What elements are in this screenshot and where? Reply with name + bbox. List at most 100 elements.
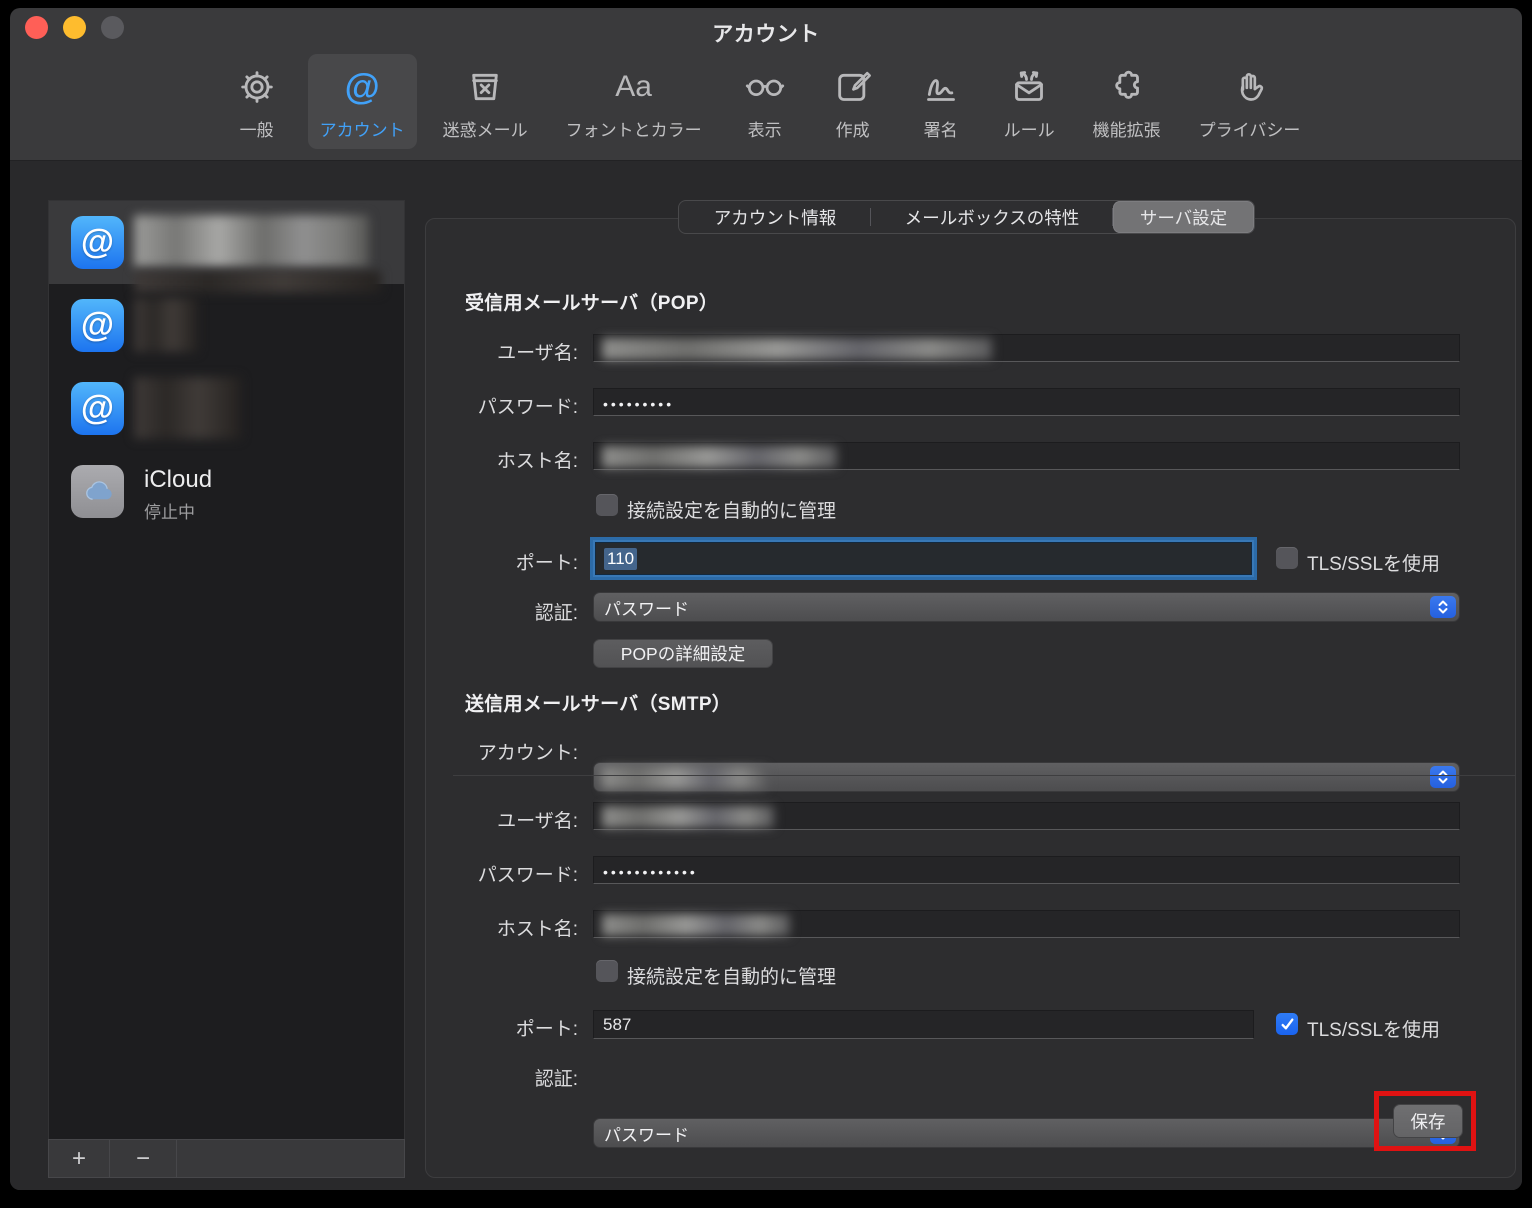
pop-port-label: ポート:: [428, 548, 578, 575]
redacted-account-name: [134, 298, 198, 352]
pop-username-label: ユーザ名:: [428, 338, 578, 365]
section-divider: [453, 775, 1516, 776]
pop-tls-checkbox[interactable]: [1276, 547, 1298, 569]
toolbar-label: 機能拡張: [1093, 116, 1161, 141]
preferences-window: アカウント 一般 @ アカウント 迷惑メール Aa: [10, 8, 1522, 1190]
window-title: アカウント: [10, 18, 1522, 48]
password-dots: •••••••••: [603, 396, 674, 412]
toolbar-item-privacy[interactable]: プライバシー: [1187, 54, 1313, 149]
smtp-account-label: アカウント:: [428, 738, 578, 765]
preferences-toolbar: 一般 @ アカウント 迷惑メール Aa フォントとカラー 表: [10, 54, 1522, 160]
compose-icon: [830, 64, 876, 110]
puzzle-icon: [1104, 64, 1150, 110]
account-row-1[interactable]: @: [49, 201, 404, 284]
tab-server-settings[interactable]: サーバ設定: [1113, 201, 1254, 233]
toolbar-label: 表示: [748, 116, 782, 141]
button-label: POPの詳細設定: [621, 641, 745, 666]
toolbar-item-rules[interactable]: ルール: [992, 54, 1067, 149]
pop-auto-manage-checkbox[interactable]: [596, 494, 618, 516]
smtp-auto-manage-label: 接続設定を自動的に管理: [627, 962, 836, 989]
smtp-username-field[interactable]: [593, 802, 1460, 830]
account-row-2[interactable]: @: [49, 284, 404, 367]
titlebar: アカウント: [10, 8, 1522, 54]
toolbar-item-junk-mail[interactable]: 迷惑メール: [431, 54, 540, 149]
account-row-icloud[interactable]: iCloud 停止中: [49, 450, 404, 533]
smtp-tls-label: TLS/SSLを使用: [1307, 1015, 1440, 1042]
pop-host-label: ホスト名:: [428, 446, 578, 473]
toolbar-label: 作成: [836, 116, 870, 141]
smtp-port-field[interactable]: 587: [593, 1010, 1254, 1039]
add-account-button[interactable]: +: [49, 1140, 110, 1177]
password-dots: ••••••••••••: [603, 864, 698, 880]
junk-bin-icon: [462, 64, 508, 110]
icloud-cloud-icon: [71, 465, 124, 518]
tab-mailbox-behaviors[interactable]: メールボックスの特性: [871, 201, 1113, 233]
pop-section-heading: 受信用メールサーバ（POP）: [465, 288, 718, 315]
toolbar-item-accounts[interactable]: @ アカウント: [308, 54, 417, 149]
dropdown-value: パスワード: [604, 1121, 689, 1146]
pop-username-field[interactable]: [593, 334, 1460, 362]
toolbar-label: 迷惑メール: [443, 116, 528, 141]
smtp-port-label: ポート:: [428, 1014, 578, 1041]
rules-envelope-icon: [1006, 64, 1052, 110]
smtp-auth-dropdown[interactable]: パスワード: [593, 1118, 1460, 1148]
tab-label: サーバ設定: [1140, 205, 1227, 230]
gear-icon: [234, 64, 280, 110]
pop-password-field[interactable]: •••••••••: [593, 388, 1460, 416]
tab-bar: アカウント情報 メールボックスの特性 サーバ設定: [678, 200, 1255, 234]
dropdown-value: パスワード: [604, 595, 689, 620]
account-list-toolbar: + −: [48, 1139, 405, 1178]
smtp-tls-checkbox[interactable]: [1276, 1013, 1298, 1035]
chevron-up-down-icon: [1430, 596, 1456, 618]
toolbar-item-signatures[interactable]: 署名: [904, 54, 978, 149]
hand-icon: [1226, 64, 1272, 110]
toolbar-item-extensions[interactable]: 機能拡張: [1081, 54, 1173, 149]
list-toolbar-filler: [177, 1140, 404, 1177]
content-area: @ @ @ iCloud 停止中: [10, 161, 1522, 1190]
pop-host-field[interactable]: [593, 442, 1460, 470]
pop-port-field[interactable]: 110: [593, 540, 1254, 577]
chevron-up-down-icon: [1430, 766, 1456, 788]
toolbar-label: 署名: [924, 116, 958, 141]
toolbar-label: プライバシー: [1199, 116, 1301, 141]
redacted-smtp-account: [602, 767, 767, 789]
red-annotation-rectangle: [1374, 1091, 1476, 1151]
smtp-section-heading: 送信用メールサーバ（SMTP）: [465, 689, 731, 716]
minus-icon: −: [136, 1145, 150, 1173]
smtp-username-label: ユーザ名:: [428, 806, 578, 833]
redacted-host: [602, 914, 790, 936]
pop-auth-dropdown[interactable]: パスワード: [593, 592, 1460, 622]
port-value-selected: 110: [604, 548, 637, 570]
remove-account-button[interactable]: −: [110, 1140, 177, 1177]
at-icon: @: [339, 64, 385, 110]
account-list: @ @ @ iCloud 停止中: [48, 200, 405, 1178]
at-icon: @: [71, 216, 124, 269]
fonts-icon: Aa: [611, 64, 657, 110]
at-icon: @: [71, 299, 124, 352]
smtp-password-field[interactable]: ••••••••••••: [593, 856, 1460, 884]
smtp-account-dropdown[interactable]: [593, 762, 1460, 792]
at-icon: @: [71, 382, 124, 435]
icloud-status: 停止中: [144, 498, 195, 523]
pop-password-label: パスワード:: [428, 392, 578, 419]
smtp-password-label: パスワード:: [428, 860, 578, 887]
redacted-account-name: [134, 215, 369, 267]
redacted-username: [602, 338, 992, 360]
tab-account-info[interactable]: アカウント情報: [679, 201, 871, 233]
account-row-3[interactable]: @: [49, 367, 404, 450]
toolbar-label: 一般: [240, 116, 274, 141]
toolbar-item-fonts-colors[interactable]: Aa フォントとカラー: [554, 54, 714, 149]
redacted-username: [602, 806, 774, 828]
plus-icon: +: [72, 1145, 86, 1173]
toolbar-label: ルール: [1004, 116, 1055, 141]
toolbar-item-viewing[interactable]: 表示: [728, 54, 802, 149]
toolbar-item-general[interactable]: 一般: [220, 54, 294, 149]
toolbar-label: アカウント: [320, 116, 405, 141]
toolbar-item-composing[interactable]: 作成: [816, 54, 890, 149]
smtp-auto-manage-checkbox[interactable]: [596, 960, 618, 982]
pop-tls-label: TLS/SSLを使用: [1307, 549, 1440, 576]
pop-auto-manage-label: 接続設定を自動的に管理: [627, 496, 836, 523]
smtp-host-field[interactable]: [593, 910, 1460, 938]
pop-advanced-button[interactable]: POPの詳細設定: [593, 639, 773, 668]
port-value: 587: [603, 1015, 631, 1035]
